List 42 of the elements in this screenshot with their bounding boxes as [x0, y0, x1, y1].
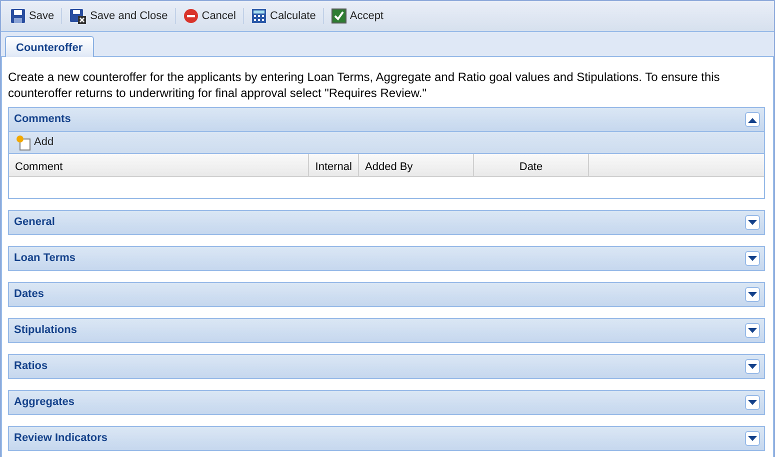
- collapse-button[interactable]: [745, 112, 760, 127]
- panel-title: Loan Terms: [14, 251, 76, 266]
- expand-button[interactable]: [745, 287, 760, 302]
- caret-down-icon: [748, 220, 757, 226]
- add-button[interactable]: Add: [13, 132, 57, 154]
- cancel-icon: [182, 8, 199, 24]
- caret-down-icon: [748, 256, 757, 262]
- panel-title: Stipulations: [14, 323, 77, 338]
- expand-button[interactable]: [745, 359, 760, 374]
- expand-button[interactable]: [745, 251, 760, 266]
- panel-title: General: [14, 215, 55, 230]
- caret-down-icon: [748, 328, 757, 334]
- column-header[interactable]: Added By: [359, 154, 474, 176]
- expand-button[interactable]: [745, 431, 760, 446]
- save-button[interactable]: Save: [7, 5, 58, 27]
- panel-title: Review Indicators: [14, 431, 108, 446]
- panel-title: Comments: [14, 112, 71, 128]
- add-note-icon: [16, 134, 31, 150]
- caret-down-icon: [748, 436, 757, 442]
- calculate-button[interactable]: Calculate: [248, 5, 319, 27]
- caret-up-icon: [748, 116, 757, 122]
- expand-button[interactable]: [745, 215, 760, 230]
- caret-down-icon: [748, 400, 757, 406]
- panel-title: Dates: [14, 287, 44, 302]
- column-header[interactable]: Comment: [9, 154, 309, 176]
- accept-button[interactable]: Accept: [328, 5, 386, 27]
- save-icon: [10, 8, 26, 24]
- caret-down-icon: [748, 364, 757, 370]
- panel-title: Aggregates: [14, 395, 75, 410]
- expand-button[interactable]: [745, 395, 760, 410]
- column-header[interactable]: Internal: [309, 154, 359, 176]
- cancel-button[interactable]: Cancel: [180, 5, 239, 27]
- save-close-button[interactable]: Save and Close: [66, 5, 171, 27]
- calculator-icon: [251, 8, 267, 24]
- description-text: Create a new counteroffer for the applicants by entering Loan Terms, Aggregate and Ratio goal values and Stipulations. To ensure this counteroffer returns to underwriting for final approval select "Requires Review.": [8, 69, 721, 101]
- panel-title: Ratios: [14, 359, 48, 374]
- tab[interactable]: Counteroffer: [5, 36, 94, 57]
- save-close-icon: [69, 8, 88, 24]
- checkmark-icon: [330, 8, 347, 24]
- column-header[interactable]: Date: [474, 154, 589, 176]
- expand-button[interactable]: [745, 323, 760, 338]
- caret-down-icon: [748, 292, 757, 298]
